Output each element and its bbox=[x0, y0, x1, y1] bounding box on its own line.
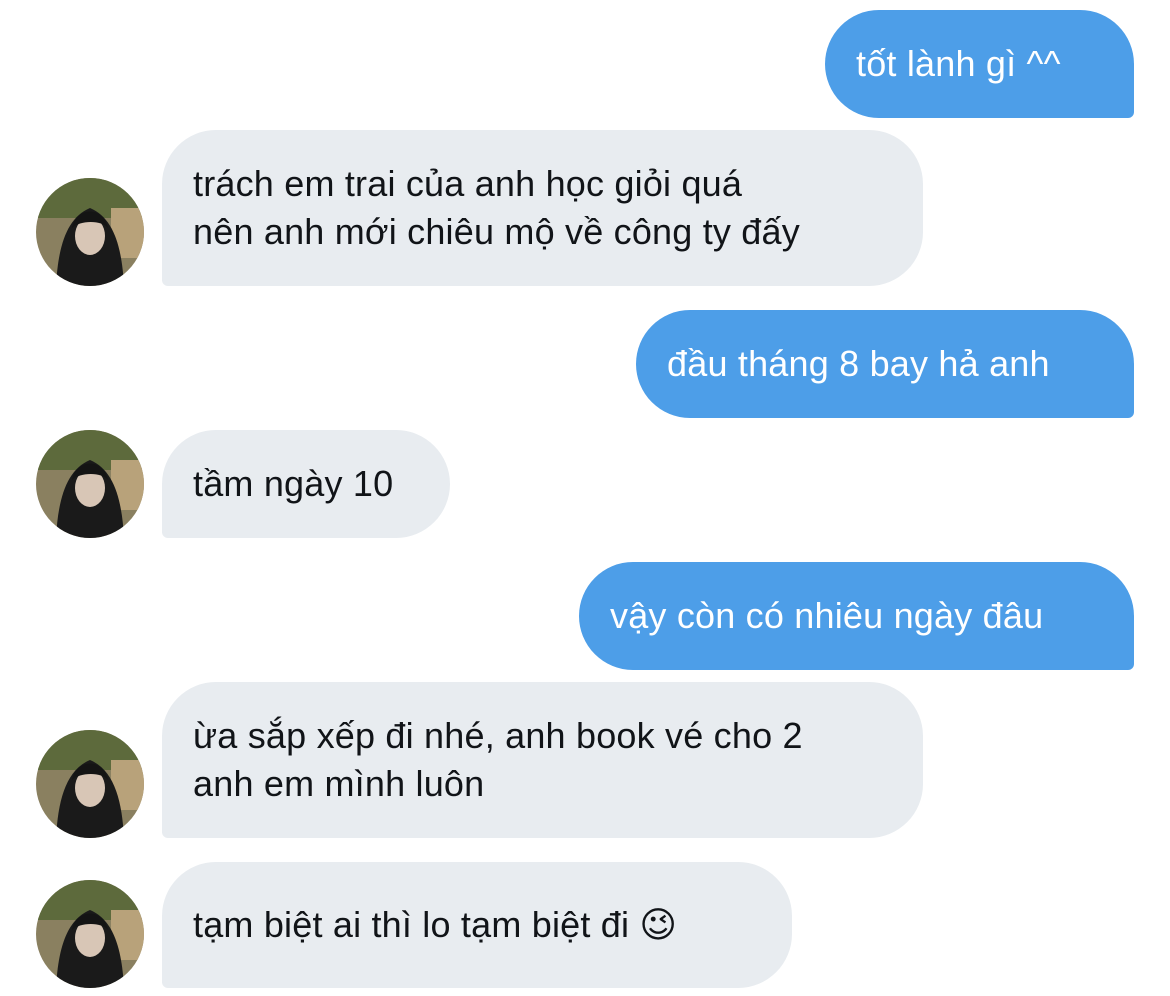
message-text: trách em trai của anh học giỏi quá nên a… bbox=[162, 130, 923, 286]
avatar-photo bbox=[36, 730, 144, 838]
avatar[interactable] bbox=[36, 430, 144, 538]
avatar-photo bbox=[36, 430, 144, 538]
avatar[interactable] bbox=[36, 730, 144, 838]
message-outgoing[interactable]: vậy còn có nhiêu ngày đâu bbox=[579, 562, 1134, 670]
message-text: tạm biệt ai thì lo tạm biệt đi 😉 bbox=[162, 862, 792, 988]
message-text: đầu tháng 8 bay hả anh bbox=[636, 310, 1134, 418]
avatar-photo bbox=[36, 880, 144, 988]
message-incoming[interactable]: ừa sắp xếp đi nhé, anh book vé cho 2 anh… bbox=[162, 682, 923, 838]
avatar[interactable] bbox=[36, 178, 144, 286]
message-text: tầm ngày 10 bbox=[162, 430, 450, 538]
message-outgoing[interactable]: tốt lành gì ^^ bbox=[825, 10, 1134, 118]
message-outgoing[interactable]: đầu tháng 8 bay hả anh bbox=[636, 310, 1134, 418]
message-text: tốt lành gì ^^ bbox=[825, 10, 1134, 118]
avatar[interactable] bbox=[36, 880, 144, 988]
message-incoming[interactable]: tầm ngày 10 bbox=[162, 430, 450, 538]
message-text: vậy còn có nhiêu ngày đâu bbox=[579, 562, 1134, 670]
message-text: ừa sắp xếp đi nhé, anh book vé cho 2 anh… bbox=[162, 682, 923, 838]
message-incoming[interactable]: trách em trai của anh học giỏi quá nên a… bbox=[162, 130, 923, 286]
avatar-photo bbox=[36, 178, 144, 286]
message-incoming[interactable]: tạm biệt ai thì lo tạm biệt đi 😉 bbox=[162, 862, 792, 988]
